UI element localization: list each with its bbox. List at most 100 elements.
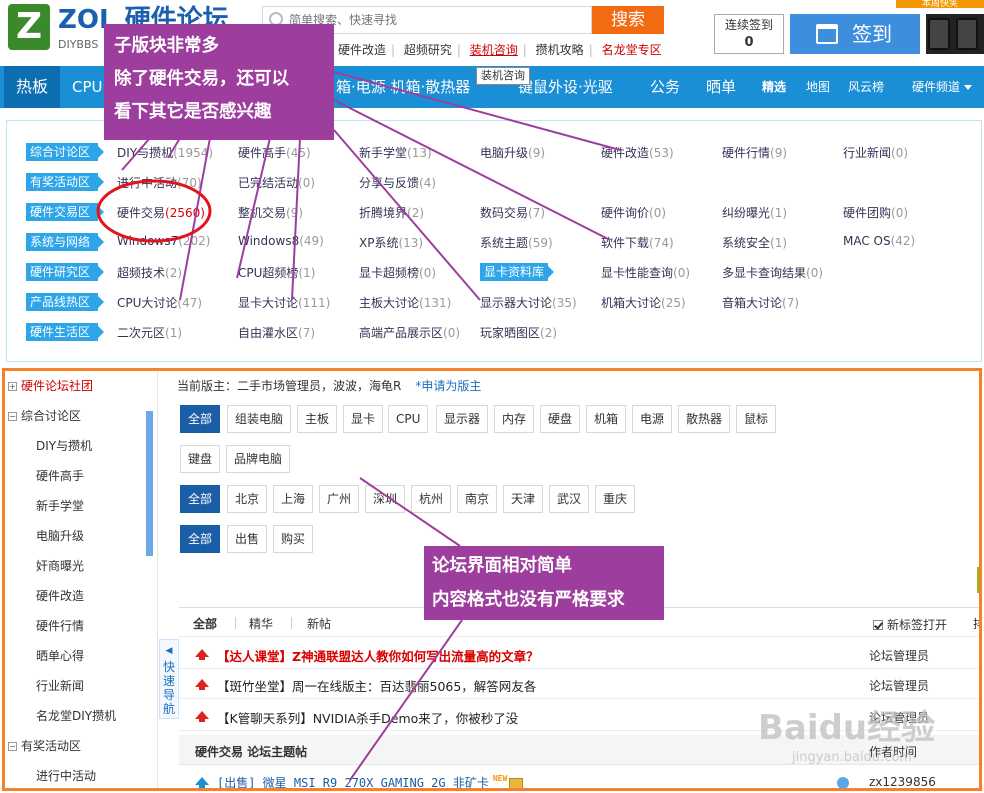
sidebar-item-newbie[interactable]: 新手学堂: [36, 497, 84, 514]
filter-trade-sell[interactable]: 出售: [227, 525, 268, 553]
sidebar-item-diy[interactable]: DIY与攒机: [36, 437, 92, 454]
board-link[interactable]: 显示器大讨论(35): [480, 294, 577, 311]
filter-type[interactable]: 键盘: [180, 445, 221, 473]
board-link[interactable]: 显卡超频榜(0): [359, 264, 436, 281]
tab-all[interactable]: 全部: [193, 615, 217, 632]
board-link[interactable]: 进行中活动(70): [117, 174, 202, 191]
board-link[interactable]: 二次元区(1): [117, 324, 182, 341]
top-link-hardware-mod[interactable]: 硬件改造: [338, 43, 386, 57]
nav-item-cpu[interactable]: CPU: [72, 66, 103, 108]
board-link[interactable]: CPU大讨论(47): [117, 294, 202, 311]
top-link-build-consult[interactable]: 装机咨询: [470, 43, 518, 57]
top-link-overclock[interactable]: 超频研究: [404, 43, 452, 57]
sidebar-item-market[interactable]: 硬件行情: [36, 617, 84, 634]
thread-title[interactable]: [出售] 微星 MSI R9 270X GAMING 2G 非矿卡 NEW: [217, 774, 524, 788]
promo-banner[interactable]: [926, 14, 984, 54]
board-link[interactable]: DIY与攒机(1954): [117, 144, 213, 161]
board-link[interactable]: 整机交易(9): [238, 204, 303, 221]
filter-type[interactable]: 鼠标: [736, 405, 777, 433]
board-link[interactable]: 硬件行情(9): [722, 144, 787, 161]
board-link[interactable]: 显卡性能查询(0): [601, 264, 690, 281]
nav-item-case-power-cooling[interactable]: 箱·电源·机箱·散热器: [336, 66, 470, 108]
board-link[interactable]: 自由灌水区(7): [238, 324, 315, 341]
tab-newest[interactable]: 新帖: [307, 615, 331, 632]
signin-button[interactable]: 签到: [790, 14, 920, 54]
board-link[interactable]: Windows8(49): [238, 234, 324, 248]
board-link[interactable]: 软件下载(74): [601, 234, 674, 251]
sidebar-scrollbar[interactable]: [146, 411, 153, 556]
board-link[interactable]: 主板大讨论(131): [359, 294, 451, 311]
apply-moderator-link[interactable]: *申请为版主: [415, 379, 481, 393]
thread-title[interactable]: 【达人课堂】Z神通联盟达人教你如何写出流量高的文章？: [217, 646, 539, 665]
filter-type[interactable]: 散热器: [678, 405, 731, 433]
tab-digest[interactable]: 精华: [249, 615, 273, 632]
filter-type[interactable]: 电源: [632, 405, 673, 433]
nav-item-ranking[interactable]: 风云榜: [848, 66, 884, 108]
filter-city[interactable]: 武汉: [549, 485, 590, 513]
filter-city[interactable]: 深圳: [365, 485, 406, 513]
board-link[interactable]: 已完结活动(0): [238, 174, 315, 191]
thread-author[interactable]: 论坛管理员: [869, 677, 929, 694]
sidebar-item-minglongtang[interactable]: 名龙堂DIY攒机: [36, 707, 116, 724]
sidebar-item-showcase[interactable]: 晒单心得: [36, 647, 84, 664]
filter-type[interactable]: 硬盘: [540, 405, 581, 433]
filter-city[interactable]: 北京: [227, 485, 268, 513]
nav-item-peripherals[interactable]: 键鼠外设·光驱: [518, 66, 613, 108]
sidebar-item-ongoing[interactable]: 进行中活动: [36, 767, 96, 784]
search-button[interactable]: 搜索: [592, 6, 664, 34]
thread-title[interactable]: 【K管聊天系列】NVIDIA杀手Demo来了，你被秒了没: [217, 708, 518, 727]
category-trade[interactable]: 硬件交易区: [26, 203, 104, 221]
top-link-minglongtang[interactable]: 名龙堂专区: [602, 43, 662, 57]
sidebar-item-industry-news[interactable]: 行业新闻: [36, 677, 84, 694]
board-link[interactable]: 纠纷曝光(1): [722, 204, 787, 221]
sidebar-item-events[interactable]: − 有奖活动区: [8, 737, 81, 754]
board-link[interactable]: 行业新闻(0): [843, 144, 908, 161]
board-link[interactable]: 数码交易(7): [480, 204, 545, 221]
sidebar-item-hardware-mod[interactable]: 硬件改造: [36, 587, 84, 604]
nav-hot-boards[interactable]: 热板: [4, 66, 60, 108]
filter-trade-all[interactable]: 全部: [180, 525, 221, 553]
board-link[interactable]: 新手学堂(13): [359, 144, 432, 161]
open-in-new-tab-checkbox[interactable]: 新标签打开: [873, 616, 947, 633]
board-link[interactable]: Windows7(202): [117, 234, 210, 248]
filter-city[interactable]: 天津: [503, 485, 544, 513]
filter-trade-buy[interactable]: 购买: [273, 525, 314, 553]
board-link[interactable]: 折腾境界(2): [359, 204, 424, 221]
filter-type[interactable]: 品牌电脑: [226, 445, 291, 473]
thread-author[interactable]: 论坛管理员: [869, 647, 929, 664]
sidebar-item-community[interactable]: + 硬件论坛社团: [8, 377, 93, 394]
filter-type[interactable]: 主板: [297, 405, 338, 433]
board-link[interactable]: 分享与反馈(4): [359, 174, 436, 191]
side-float-tab[interactable]: [977, 567, 979, 593]
board-link[interactable]: 系统安全(1): [722, 234, 787, 251]
quick-nav-toggle[interactable]: ◀ 快速导航: [159, 639, 179, 719]
filter-type-all[interactable]: 全部: [180, 405, 221, 433]
filter-type[interactable]: 机箱: [586, 405, 627, 433]
board-link[interactable]: 机箱大讨论(25): [601, 294, 686, 311]
board-link[interactable]: MAC OS(42): [843, 234, 915, 248]
top-link-build-guide[interactable]: 攒机攻略: [536, 43, 584, 57]
filter-city-all[interactable]: 全部: [180, 485, 221, 513]
category-product-lines[interactable]: 产品线热区: [26, 293, 104, 311]
nav-item-showcase[interactable]: 晒单: [706, 66, 736, 108]
sidebar-item-experts[interactable]: 硬件高手: [36, 467, 84, 484]
nav-item-map[interactable]: 地图: [806, 66, 830, 108]
board-link[interactable]: 硬件询价(0): [601, 204, 666, 221]
filter-type[interactable]: 内存: [494, 405, 535, 433]
filter-city[interactable]: 杭州: [411, 485, 452, 513]
nav-item-hardware-channel[interactable]: 硬件频道: [912, 66, 973, 108]
board-link[interactable]: 多显卡查询结果(0): [722, 264, 823, 281]
board-link[interactable]: 音箱大讨论(7): [722, 294, 799, 311]
nav-item-office[interactable]: 公务: [650, 66, 680, 108]
category-events[interactable]: 有奖活动区: [26, 173, 104, 191]
board-link[interactable]: XP系统(13): [359, 234, 423, 251]
sidebar-item-upgrade[interactable]: 电脑升级: [36, 527, 84, 544]
table-row[interactable]: 【斑竹坐堂】周一在线版主：百达翡丽5065，解答网友各 论坛管理员: [179, 669, 979, 699]
table-row[interactable]: 【达人课堂】Z神通联盟达人教你如何写出流量高的文章？ 论坛管理员: [179, 639, 979, 669]
category-general[interactable]: 综合讨论区: [26, 143, 104, 161]
board-link[interactable]: 硬件改造(53): [601, 144, 674, 161]
filter-type[interactable]: 显卡: [343, 405, 384, 433]
board-link[interactable]: 玩家晒图区(2): [480, 324, 557, 341]
board-link[interactable]: 电脑升级(9): [480, 144, 545, 161]
board-link[interactable]: 高端产品展示区(0): [359, 324, 460, 341]
